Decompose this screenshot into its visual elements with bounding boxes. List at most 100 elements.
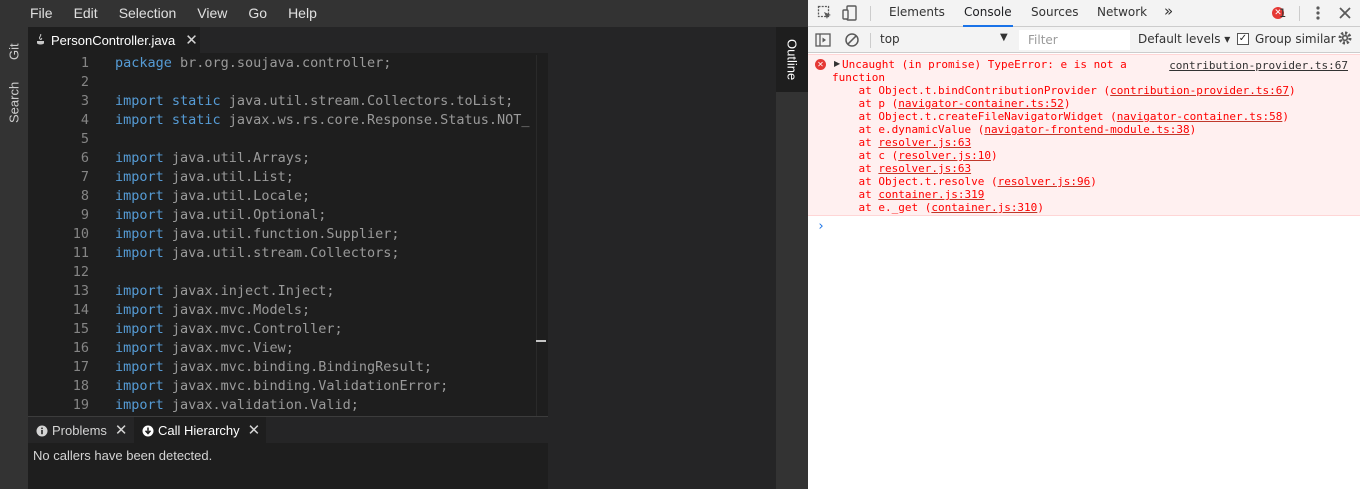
console-prompt[interactable]: › [817, 219, 825, 234]
code-line: 3 import static java.util.stream.Collecto… [28, 92, 536, 111]
code-text: import javax.mvc.Models; [115, 301, 310, 320]
code-line: 12 [28, 263, 536, 282]
close-icon[interactable]: ✕ [115, 423, 128, 438]
stack-frame-link[interactable]: navigator-container.ts:58 [1117, 110, 1283, 123]
code-line: 11 import java.util.stream.Collectors; [28, 244, 536, 263]
devtools-panel: Elements Console Sources Network » ✕ 1 t… [808, 0, 1360, 489]
code-line: 14 import javax.mvc.Models; [28, 301, 536, 320]
line-number: 9 [80, 207, 89, 223]
tab-problems[interactable]: Problems ✕ [28, 417, 132, 444]
code-text: import java.util.function.Supplier; [115, 225, 399, 244]
line-number: 18 [72, 378, 89, 394]
line-number: 4 [80, 112, 89, 128]
empty-editor-area [548, 27, 776, 489]
error-source-link[interactable]: contribution-provider.ts:67 [1169, 59, 1348, 72]
more-tabs-icon[interactable]: » [1163, 0, 1174, 27]
stack-frame-text: at e._get ( [832, 201, 932, 214]
code-text: import java.util.Optional; [115, 206, 326, 225]
close-icon[interactable]: ✕ [248, 423, 261, 438]
stack-frame-text: at Object.t.bindContributionProvider ( [832, 84, 1111, 97]
menu-view[interactable]: View [197, 0, 227, 27]
stack-frame-text: at e.dynamicValue ( [832, 123, 985, 136]
code-line: 10 import java.util.function.Supplier; [28, 225, 536, 244]
code-keyword: import static [115, 112, 221, 128]
code-text: import static java.util.stream.Collector… [115, 92, 513, 111]
code-text: import java.util.List; [115, 168, 294, 187]
editor-scrollbar[interactable] [536, 55, 548, 416]
code-editor[interactable]: 1 package br.org.soujava.controller; 2 3 imp… [28, 53, 548, 416]
close-icon[interactable]: ✕ [185, 32, 198, 48]
call-hierarchy-icon [142, 425, 154, 436]
menu-edit[interactable]: Edit [74, 0, 98, 27]
console-error-message[interactable]: ✕ ▶ Uncaught (in promise) TypeError: e i… [808, 54, 1360, 216]
show-sidebar-icon[interactable] [815, 32, 831, 48]
git-tab[interactable]: Git [0, 33, 28, 71]
filter-input[interactable] [1019, 30, 1130, 50]
tab-console[interactable]: Console [963, 0, 1013, 27]
tab-elements[interactable]: Elements [888, 0, 946, 27]
error-text-line2: function [832, 71, 885, 84]
tab-network[interactable]: Network [1096, 0, 1148, 27]
clear-console-icon[interactable] [844, 32, 860, 48]
stack-frame-link[interactable]: contribution-provider.ts:67 [1110, 84, 1289, 97]
menu-file[interactable]: File [30, 0, 53, 27]
stack-frame-link[interactable]: resolver.js:96 [998, 175, 1091, 188]
device-toolbar-icon[interactable] [842, 5, 858, 21]
code-line: 1 package br.org.soujava.controller; [28, 54, 536, 73]
stack-frame-link[interactable]: navigator-container.ts:52 [898, 97, 1064, 110]
code-line: 17 import javax.mvc.binding.BindingResult… [28, 358, 536, 377]
stack-frame: at p (navigator-container.ts:52) [832, 97, 1070, 110]
line-number: 15 [72, 321, 89, 337]
code-keyword: import [115, 378, 164, 394]
stack-frame: at e._get (container.js:310) [832, 201, 1043, 214]
error-count[interactable]: 1 [1279, 6, 1286, 20]
line-number: 16 [72, 340, 89, 356]
code-identifier: javax.mvc.View; [163, 340, 294, 356]
line-number: 14 [72, 302, 89, 318]
close-devtools-icon[interactable] [1337, 5, 1353, 21]
code-line: 5 [28, 130, 536, 149]
code-line: 13 import javax.inject.Inject; [28, 282, 536, 301]
code-keyword: import [115, 150, 164, 166]
group-similar-label[interactable]: Group similar [1255, 32, 1336, 46]
stack-frame-text: at p ( [832, 97, 899, 110]
search-tab[interactable]: Search [0, 77, 28, 127]
line-number: 6 [80, 150, 89, 166]
inspect-element-icon[interactable] [817, 5, 833, 21]
code-line: 4 import static javax.ws.rs.core.Response… [28, 111, 536, 130]
group-similar-checkbox[interactable]: ✓ [1237, 33, 1249, 45]
tab-call-hierarchy[interactable]: Call Hierarchy ✕ [134, 417, 266, 444]
stack-frame-text: at c ( [832, 149, 899, 162]
outline-tab[interactable]: Outline [776, 27, 808, 92]
context-select[interactable]: top [880, 32, 900, 46]
line-number: 2 [80, 74, 89, 90]
menu-selection[interactable]: Selection [119, 0, 177, 27]
stack-frame-link[interactable]: resolver.js:63 [878, 162, 971, 175]
code-text: import java.util.Arrays; [115, 149, 310, 168]
stack-frame-link[interactable]: container.js:310 [931, 201, 1037, 214]
log-levels-dropdown[interactable]: Default levels ▾ [1138, 32, 1230, 46]
code-text: import javax.mvc.Controller; [115, 320, 343, 339]
stack-frame-link[interactable]: resolver.js:63 [878, 136, 971, 149]
editor-tab-person-controller[interactable]: PersonController.java ✕ [28, 27, 200, 53]
menu-help[interactable]: Help [288, 0, 317, 27]
stack-frame: at c (resolver.js:10) [832, 149, 997, 162]
stack-frame-link[interactable]: container.js:319 [878, 188, 984, 201]
menu-go[interactable]: Go [248, 0, 267, 27]
call-hierarchy-panel: No callers have been detected. [28, 443, 548, 489]
stack-frame-link[interactable]: navigator-frontend-module.ts:38 [984, 123, 1189, 136]
kebab-menu-icon[interactable] [1310, 5, 1326, 21]
stack-frame-link[interactable]: resolver.js:10 [898, 149, 991, 162]
expand-triangle-icon[interactable]: ▶ [834, 59, 840, 68]
line-number: 12 [72, 264, 89, 280]
code-keyword: import static [115, 93, 221, 109]
tab-sources[interactable]: Sources [1030, 0, 1079, 27]
code-keyword: import [115, 169, 164, 185]
gear-icon[interactable] [1337, 30, 1353, 46]
code-line: 19 import javax.validation.Valid; [28, 396, 536, 415]
stack-frame-text: at [832, 136, 879, 149]
left-side-bar: Git Search [0, 27, 28, 489]
stack-frame-text: at [832, 162, 879, 175]
code-keyword: import [115, 283, 164, 299]
dropdown-arrow-icon[interactable]: ▼ [1000, 32, 1008, 43]
